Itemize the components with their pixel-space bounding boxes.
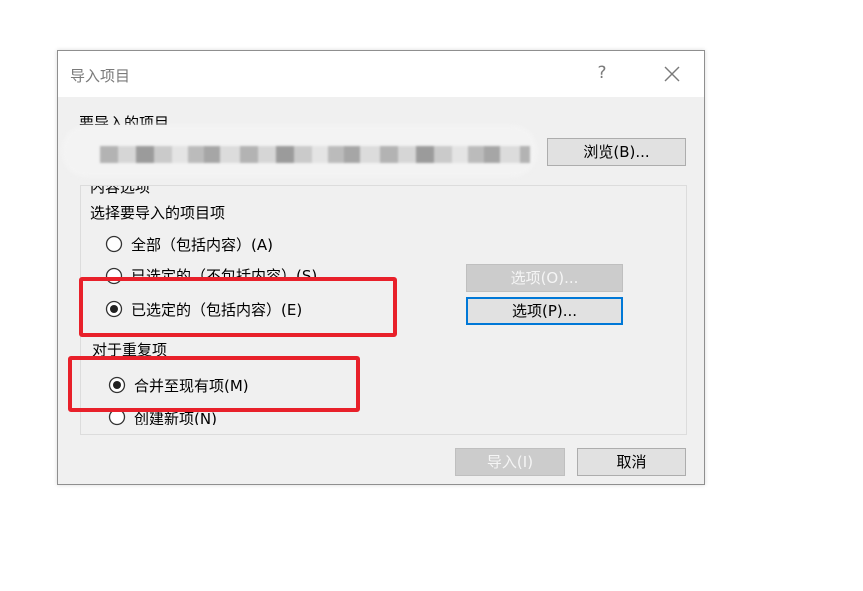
help-icon[interactable]: ? (595, 63, 609, 83)
content-group-label-wrap: 内容选项 (90, 186, 150, 195)
close-icon[interactable] (663, 65, 681, 83)
options-p-button[interactable]: 选项(P)... (466, 297, 623, 325)
option-all-label: 全部（包括内容）(A) (131, 236, 273, 254)
radio-all-including-content[interactable] (105, 235, 123, 253)
dialog-title: 导入项目 (70, 67, 131, 85)
content-group-label: 内容选项 (90, 186, 151, 195)
item-path-redacted (100, 146, 530, 163)
browse-button[interactable]: 浏览(B)... (547, 138, 686, 166)
items-label-wrap: 要导入的项目 (79, 112, 169, 125)
select-items-label: 选择要导入的项目项 (90, 204, 226, 222)
highlight-box-merge-existing (68, 356, 360, 412)
import-button[interactable]: 导入(I) (455, 448, 565, 476)
option-create-label-wrap: 创建新项(N) (134, 411, 217, 425)
items-label: 要导入的项目 (79, 114, 170, 125)
cancel-button[interactable]: 取消 (577, 448, 686, 476)
title-bar: 导入项目 ? (58, 51, 704, 97)
options-o-button[interactable]: 选项(O)... (466, 264, 623, 292)
option-create-label: 创建新项(N) (134, 411, 217, 425)
highlight-box-include-content (79, 277, 397, 337)
